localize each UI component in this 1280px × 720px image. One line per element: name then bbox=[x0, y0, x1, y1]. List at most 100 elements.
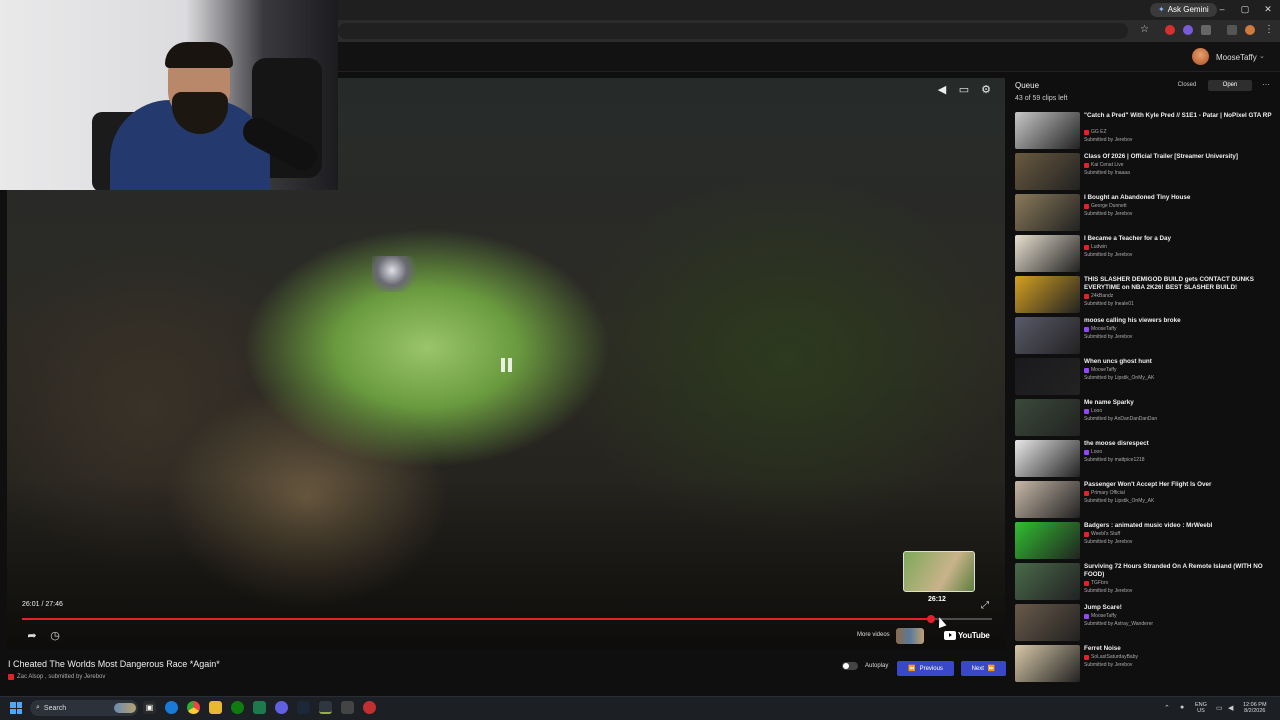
browser-menu-icon[interactable]: ⋮ bbox=[1264, 24, 1274, 35]
tab-closed[interactable]: Closed bbox=[1172, 80, 1202, 91]
microphone-icon[interactable]: ● bbox=[1180, 704, 1184, 711]
queue-item[interactable]: "Catch a Pred" With Kyle Pred // S1E1 - … bbox=[1015, 112, 1277, 150]
queue-item-thumbnail[interactable] bbox=[1015, 358, 1080, 395]
minimize-button[interactable]: – bbox=[1211, 4, 1233, 14]
progress-knob[interactable] bbox=[926, 615, 935, 623]
extension-icon[interactable] bbox=[1183, 25, 1193, 35]
queue-item-channel-name: SoLastSaturdayBaby bbox=[1091, 654, 1138, 660]
queue-item-submitter: Submitted by Jerebov bbox=[1084, 539, 1133, 545]
queue-item[interactable]: THIS SLASHER DEMIGOD BUILD gets CONTACT … bbox=[1015, 276, 1277, 314]
queue-more-icon[interactable]: ··· bbox=[1262, 80, 1270, 89]
queue-item-thumbnail[interactable] bbox=[1015, 317, 1080, 354]
queue-item-submitter: Submitted by mattpice1218 bbox=[1084, 457, 1145, 463]
queue-item-thumbnail[interactable] bbox=[1015, 276, 1080, 313]
webcam-person-hair bbox=[165, 42, 233, 68]
chevron-down-icon[interactable]: ⌄ bbox=[1259, 52, 1265, 60]
search-icon: ⌕ bbox=[36, 704, 40, 711]
progress-fill bbox=[22, 618, 931, 620]
queue-item-title: Jump Scare! bbox=[1084, 604, 1122, 611]
language-indicator[interactable]: ENG US bbox=[1195, 702, 1207, 714]
queue-item[interactable]: Jump Scare! MooseTaffy Submitted by Astray… bbox=[1015, 604, 1277, 642]
queue-item[interactable]: the moose disrespect Looo Submitted by mat… bbox=[1015, 440, 1277, 478]
queue-item[interactable]: Ferret Noise SoLastSaturdayBaby Submitted … bbox=[1015, 645, 1277, 683]
clock[interactable]: 12:06 PM 8/2/2026 bbox=[1243, 702, 1267, 714]
ask-gemini-button[interactable]: ✦ Ask Gemini bbox=[1150, 3, 1217, 17]
next-label: Next bbox=[971, 665, 984, 672]
queue-item-channel: Kai Cenat Live bbox=[1084, 162, 1124, 168]
queue-item-thumbnail[interactable] bbox=[1015, 645, 1080, 682]
queue-item[interactable]: Passenger Won't Accept Her Flight Is Ove… bbox=[1015, 481, 1277, 519]
calculator-icon[interactable] bbox=[341, 701, 354, 714]
queue-item-thumbnail[interactable] bbox=[1015, 194, 1080, 231]
excel-icon[interactable] bbox=[253, 701, 266, 714]
queue-item[interactable]: Class Of 2026 | Official Trailer [Stream… bbox=[1015, 153, 1277, 191]
queue-item-title: Badgers : animated music video : MrWeebl bbox=[1084, 522, 1213, 529]
queue-item[interactable]: Surviving 72 Hours Stranded On A Remote … bbox=[1015, 563, 1277, 601]
queue-item[interactable]: I Bought an Abandoned Tiny House George D… bbox=[1015, 194, 1277, 232]
extension-icon[interactable] bbox=[1165, 25, 1175, 35]
queue-item[interactable]: moose calling his viewers broke MooseTaff… bbox=[1015, 317, 1277, 355]
queue-item-channel: MooseTaffy bbox=[1084, 367, 1116, 373]
previous-button[interactable]: ⏪ Previous bbox=[897, 661, 954, 676]
sidebar-icon[interactable] bbox=[1227, 25, 1237, 35]
queue-item-thumbnail[interactable] bbox=[1015, 153, 1080, 190]
profile-avatar[interactable] bbox=[1245, 25, 1255, 35]
windows-start-icon[interactable] bbox=[10, 702, 22, 714]
queue-item-thumbnail[interactable] bbox=[1015, 522, 1080, 559]
twitch-icon bbox=[1084, 408, 1089, 414]
settings-gear-icon[interactable]: ⚙ bbox=[980, 84, 992, 96]
queue-item-thumbnail[interactable] bbox=[1015, 399, 1080, 436]
captions-icon[interactable]: ▭ bbox=[958, 84, 970, 96]
youtube-icon bbox=[1084, 531, 1089, 537]
bookmark-star-icon[interactable]: ☆ bbox=[1140, 24, 1149, 35]
tab-open[interactable]: Open bbox=[1208, 80, 1252, 91]
pause-icon[interactable] bbox=[500, 358, 514, 372]
youtube-logo-link[interactable]: YouTube bbox=[944, 631, 990, 640]
video-meta-text: Zac Alsop , submitted by Jerebov bbox=[17, 674, 106, 680]
autoplay-toggle[interactable] bbox=[842, 662, 858, 670]
file-explorer-icon[interactable] bbox=[209, 701, 222, 714]
rewind-icon: ⏪ bbox=[908, 666, 916, 672]
queue-item[interactable]: When uncs ghost hunt MooseTaffy Submitted … bbox=[1015, 358, 1277, 396]
edge-icon[interactable] bbox=[165, 701, 178, 714]
user-avatar[interactable] bbox=[1192, 48, 1209, 65]
next-button[interactable]: Next ⏩ bbox=[961, 661, 1006, 676]
obs-icon[interactable] bbox=[363, 701, 376, 714]
queue-item-thumbnail[interactable] bbox=[1015, 481, 1080, 518]
chrome-icon[interactable] bbox=[187, 701, 200, 714]
queue-item-thumbnail[interactable] bbox=[1015, 604, 1080, 641]
queue-item[interactable]: I Became a Teacher for a Day Ludwin Submit… bbox=[1015, 235, 1277, 273]
volume-icon[interactable]: ◀ bbox=[936, 84, 948, 96]
more-videos-thumbnail[interactable] bbox=[896, 628, 924, 644]
maximize-button[interactable]: ▢ bbox=[1234, 4, 1256, 15]
queue-item-channel-name: GG EZ bbox=[1091, 129, 1107, 135]
queue-item-thumbnail[interactable] bbox=[1015, 563, 1080, 600]
queue-item-thumbnail[interactable] bbox=[1015, 112, 1080, 149]
terminal-icon[interactable] bbox=[319, 701, 332, 714]
queue-item-submitter: Submitted by Ineale01 bbox=[1084, 301, 1134, 307]
volume-tray-icon[interactable]: ◀ bbox=[1228, 704, 1233, 712]
taskbar-search[interactable]: ⌕ Search bbox=[30, 700, 138, 716]
steam-icon[interactable] bbox=[297, 701, 310, 714]
clock-date: 8/2/2026 bbox=[1244, 708, 1266, 714]
extensions-puzzle-icon[interactable] bbox=[1201, 25, 1211, 35]
discord-icon[interactable] bbox=[275, 701, 288, 714]
queue-item-thumbnail[interactable] bbox=[1015, 440, 1080, 477]
tray-chevron-icon[interactable]: ⌃ bbox=[1164, 704, 1170, 712]
watch-later-clock-icon[interactable]: ◷ bbox=[49, 630, 61, 642]
xbox-icon[interactable] bbox=[231, 701, 244, 714]
close-window-button[interactable]: ✕ bbox=[1257, 4, 1279, 15]
queue-item[interactable]: Me name Sparky Looo Submitted by AnDanDanD… bbox=[1015, 399, 1277, 437]
queue-item-channel: Primary Official bbox=[1084, 490, 1125, 496]
share-icon[interactable]: ➦ bbox=[26, 630, 38, 642]
queue-item-thumbnail[interactable] bbox=[1015, 235, 1080, 272]
queue-item-submitter: Submitted by AnDanDanDanDan bbox=[1084, 416, 1158, 422]
fullscreen-icon[interactable]: ⤢ bbox=[981, 600, 989, 611]
queue-item-channel-name: Ludwin bbox=[1091, 244, 1107, 250]
address-bar[interactable] bbox=[338, 23, 1128, 39]
queue-item[interactable]: Badgers : animated music video : MrWeebl… bbox=[1015, 522, 1277, 560]
network-icon[interactable]: ▭ bbox=[1216, 704, 1223, 712]
more-videos-label[interactable]: More videos bbox=[857, 632, 890, 638]
youtube-icon bbox=[1084, 203, 1089, 209]
task-view-icon[interactable]: ▣ bbox=[143, 701, 156, 714]
